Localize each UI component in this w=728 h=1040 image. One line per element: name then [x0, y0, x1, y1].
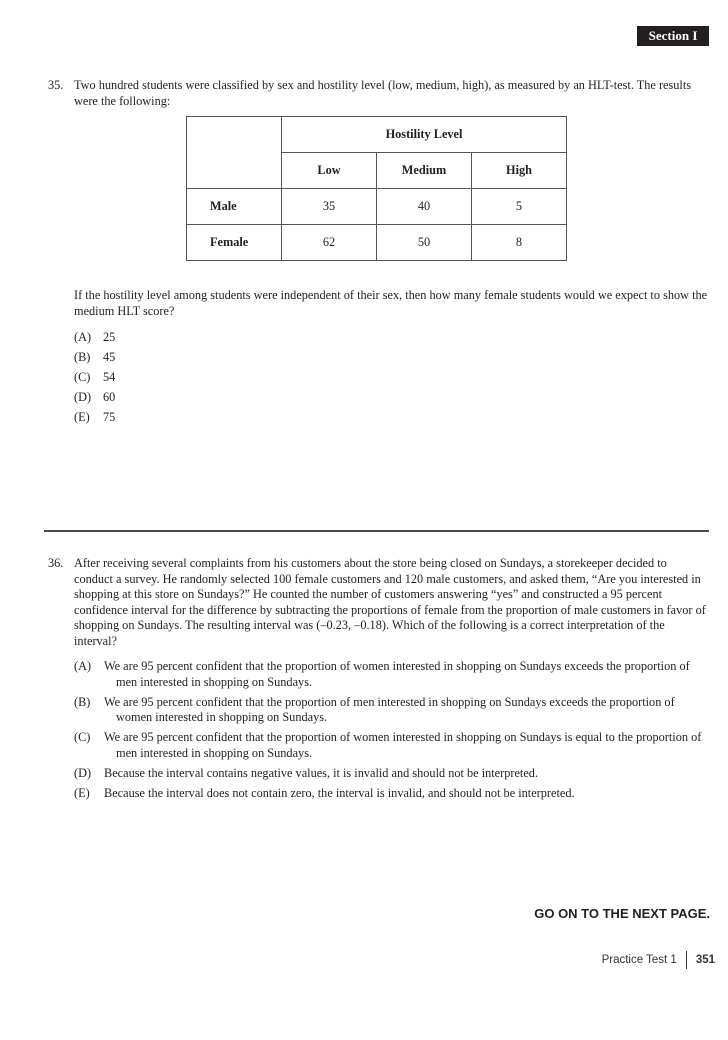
table-row: Female 62 50 8 — [186, 224, 567, 261]
table-cell: 62 — [281, 224, 377, 261]
answer-choice-a[interactable]: (A) 25 — [74, 330, 115, 350]
answer-choice-b[interactable]: (B) 45 — [74, 350, 115, 370]
row-header-female: Female — [186, 224, 282, 261]
answer-choices-36: (A) We are 95 percent confident that the… — [74, 659, 708, 806]
answer-choice-c[interactable]: (C) We are 95 percent confident that the… — [74, 730, 708, 761]
table-cell: 35 — [281, 188, 377, 225]
answer-choices-35: (A) 25 (B) 45 (C) 54 (D) 60 (E) 75 — [74, 330, 115, 430]
question-number: 36. — [48, 556, 64, 570]
choice-text: Because the interval does not contain ze… — [104, 785, 575, 800]
choice-text: We are 95 percent confident that the pro… — [104, 659, 690, 689]
column-header-high: High — [471, 152, 567, 189]
choice-label: (B) — [74, 694, 91, 709]
choice-text: 60 — [103, 390, 116, 404]
answer-choice-d[interactable]: (D) 60 — [74, 390, 115, 410]
table-header-row: Hostility Level — [186, 116, 567, 189]
table-cell: 50 — [376, 224, 472, 261]
table-group-header: Hostility Level — [281, 116, 567, 153]
table-cell: 5 — [471, 188, 567, 225]
row-header-male: Male — [186, 188, 282, 225]
choice-label: (E) — [74, 410, 90, 424]
column-header-low: Low — [281, 152, 377, 189]
choice-label: (A) — [74, 659, 92, 673]
answer-choice-d[interactable]: (D) Because the interval contains negati… — [74, 766, 708, 782]
question-number: 35. — [48, 78, 64, 92]
answer-choice-b[interactable]: (B) We are 95 percent confident that the… — [74, 695, 708, 726]
choice-text: We are 95 percent confident that the pro… — [104, 694, 675, 725]
go-on-next-page: GO ON TO THE NEXT PAGE. — [534, 906, 710, 921]
page-footer: Practice Test 1 351 — [602, 951, 715, 969]
question-36: 36. After receiving several complaints f… — [48, 556, 708, 649]
choice-text: 54 — [103, 370, 116, 384]
column-header-medium: Medium — [376, 152, 472, 189]
question-stem: Two hundred students were classified by … — [74, 78, 692, 108]
table-cell: 40 — [376, 188, 472, 225]
page-number: 351 — [695, 954, 715, 966]
choice-text: 25 — [103, 330, 116, 344]
choice-text: We are 95 percent confident that the pro… — [104, 730, 702, 760]
choice-label: (D) — [74, 765, 92, 780]
choice-label: (A) — [74, 330, 92, 344]
answer-choice-c[interactable]: (C) 54 — [74, 370, 115, 390]
book-label: Practice Test 1 — [601, 954, 677, 966]
choice-text: Because the interval contains negative v… — [104, 765, 539, 780]
answer-choice-e[interactable]: (E) 75 — [74, 410, 115, 430]
footer-separator — [685, 951, 687, 969]
choice-label: (B) — [74, 350, 91, 364]
choice-text: 75 — [103, 410, 116, 424]
table-cell: 8 — [471, 224, 567, 261]
table-row: Male 35 40 5 — [186, 188, 567, 225]
question-stem: After receiving several complaints from … — [74, 556, 706, 648]
question-35: 35. Two hundred students were classified… — [48, 78, 708, 109]
answer-choice-e[interactable]: (E) Because the interval does not contai… — [74, 786, 708, 802]
choice-label: (C) — [74, 730, 91, 744]
choice-label: (D) — [74, 390, 92, 404]
contingency-table: Hostility Level Low Medium High Male 35 … — [186, 116, 567, 261]
section-badge: Section I — [637, 26, 709, 46]
choice-text: 45 — [103, 350, 116, 364]
question-followup: If the hostility level among students we… — [74, 288, 708, 318]
section-divider — [44, 530, 709, 532]
table-corner-cell — [186, 116, 282, 189]
choice-label: (C) — [74, 370, 91, 384]
answer-choice-a[interactable]: (A) We are 95 percent confident that the… — [74, 659, 708, 690]
choice-label: (E) — [74, 785, 90, 800]
